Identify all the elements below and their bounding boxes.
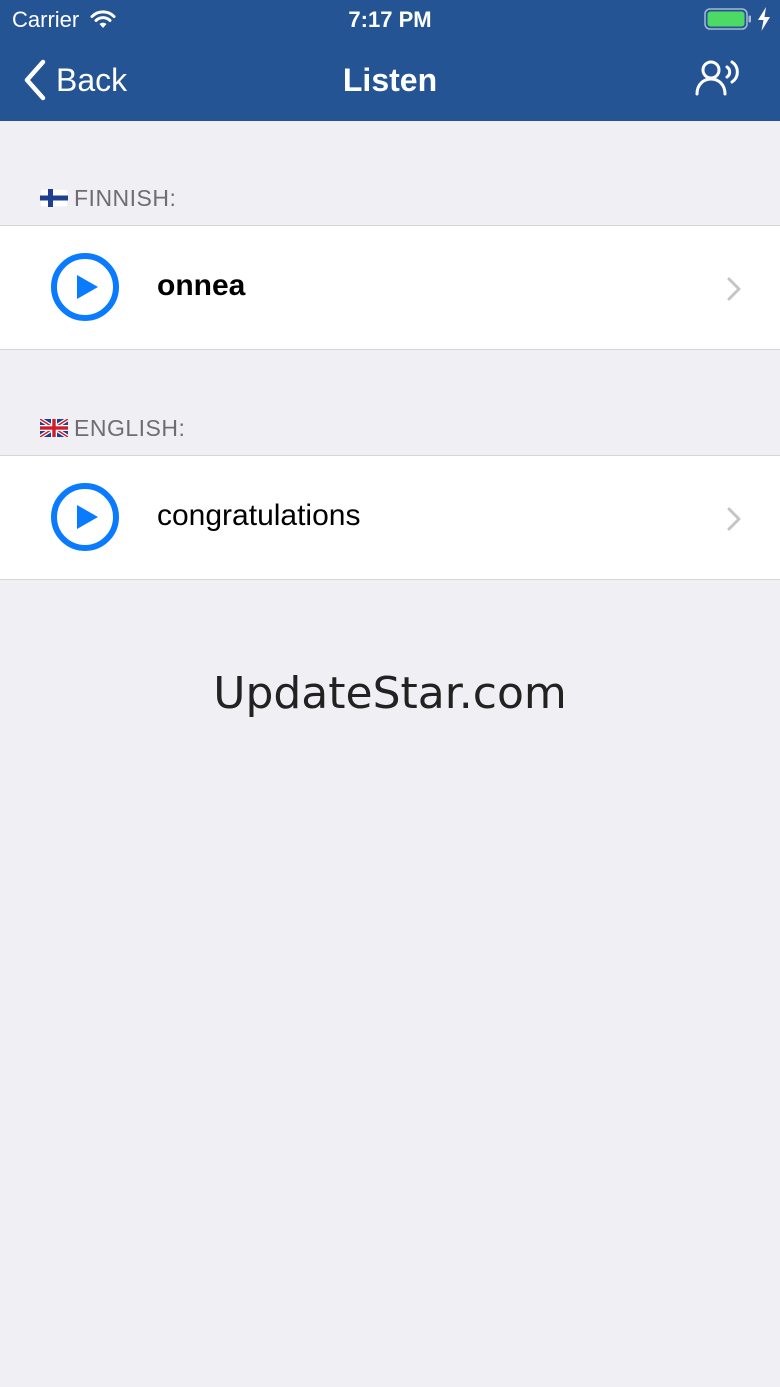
chevron-right-icon xyxy=(727,277,741,301)
uk-flag-icon xyxy=(40,419,68,437)
section-header-label: ENGLISH: xyxy=(74,414,186,441)
finland-flag-icon xyxy=(40,189,68,207)
top-bar: Carrier 7:17 PM Back Listen xyxy=(0,0,780,121)
speak-icon[interactable] xyxy=(694,58,744,100)
section-header-english: ENGLISH: xyxy=(40,413,185,443)
play-icon[interactable] xyxy=(50,252,120,322)
section-header-finnish: FINNISH: xyxy=(40,183,176,213)
battery-icon xyxy=(704,8,751,30)
phrase-text: congratulations xyxy=(157,499,361,532)
navigation-bar: Back Listen xyxy=(0,40,780,121)
watermark: UpdateStar.com xyxy=(213,668,567,719)
list-item-finnish[interactable]: onnea xyxy=(0,225,780,350)
phrase-text: onnea xyxy=(157,269,246,302)
status-bar: Carrier 7:17 PM xyxy=(0,0,780,40)
status-time: 7:17 PM xyxy=(348,7,432,32)
chevron-right-icon xyxy=(727,507,741,531)
list-item-english[interactable]: congratulations xyxy=(0,455,780,580)
charging-bolt-icon xyxy=(758,7,770,31)
section-header-label: FINNISH: xyxy=(74,184,177,211)
page-title: Listen xyxy=(342,62,438,98)
play-icon[interactable] xyxy=(50,482,120,552)
